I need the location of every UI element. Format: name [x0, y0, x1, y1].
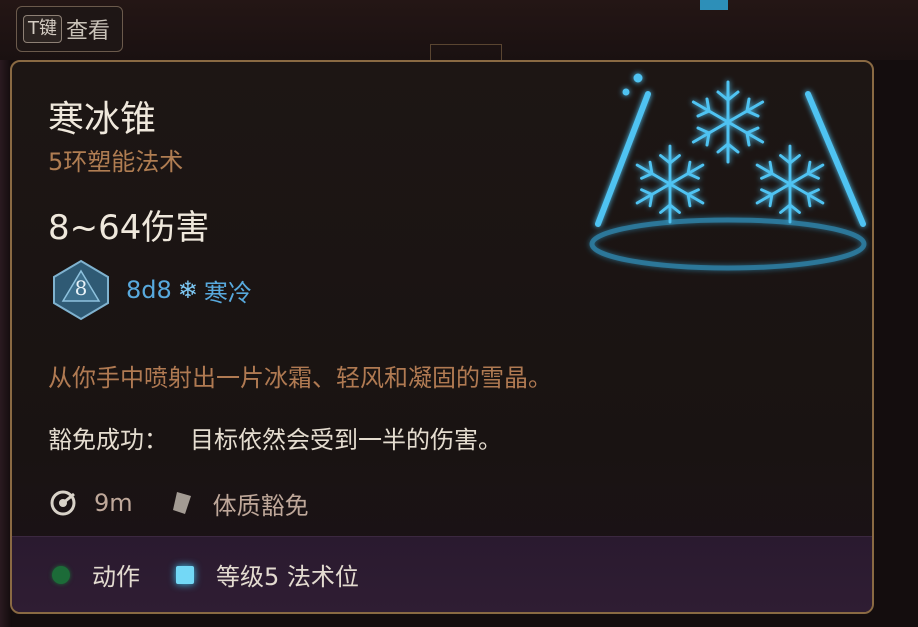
cone-of-cold-art — [589, 73, 867, 271]
dice-roll: 8d8 — [126, 276, 172, 304]
cost-footer: 动作 等级5 法术位 — [12, 536, 872, 612]
spell-name: 寒冰锥 — [48, 99, 157, 140]
damage-type: 寒冷 — [203, 278, 252, 307]
spell-description: 从你手中喷射出一片冰霜、轻风和凝固的雪晶。 — [48, 364, 552, 392]
save-success-line: 豁免成功： 目标依然会受到一半的伤害。 — [48, 420, 502, 455]
damage-dice-row: 8 8d8 ❄ 寒冷 — [50, 258, 252, 322]
save-success-effect: 目标依然会受到一半的伤害。 — [190, 426, 502, 454]
key-hint-label: 查看 — [66, 19, 111, 44]
spell-meta-row: 9m 体质豁免 — [48, 486, 309, 520]
key-hint[interactable]: T键 查看 — [16, 6, 124, 52]
constitution-save-icon — [172, 492, 191, 514]
save-success-label: 豁免成功： — [48, 426, 168, 454]
background-slot-glow — [700, 0, 728, 10]
key-cap: T键 — [23, 15, 62, 43]
action-dot-icon — [52, 565, 70, 584]
dice-face-number: 8 — [74, 276, 88, 300]
damage-range: 8~64伤害 — [48, 208, 210, 248]
action-label: 动作 — [92, 563, 140, 591]
snowflake-icon: ❄ — [177, 276, 198, 304]
spell-slot-label: 等级5 法术位 — [216, 563, 359, 591]
range-icon — [50, 490, 76, 516]
spell-tooltip: 寒冰锥 5环塑能法术 8~64伤害 8 8d8 ❄ 寒冷 从你手中喷射出一片冰霜… — [10, 60, 874, 614]
spell-slot-icon — [176, 565, 194, 584]
spell-level-school: 5环塑能法术 — [48, 148, 184, 176]
save-type: 体质豁免 — [212, 491, 309, 520]
d8-dice-icon: 8 — [50, 259, 112, 321]
spell-range: 9m — [94, 489, 133, 517]
